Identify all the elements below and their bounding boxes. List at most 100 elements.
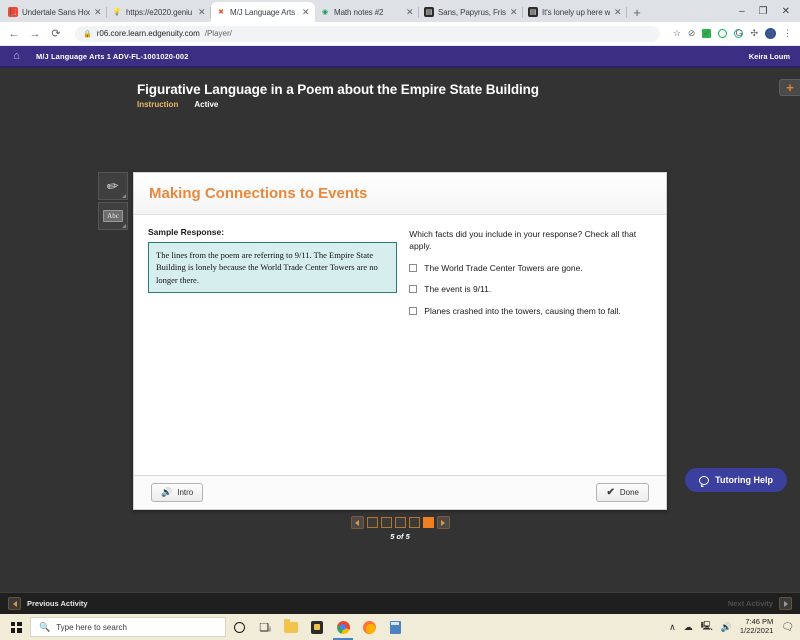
google-classroom-icon: ◉ xyxy=(321,8,329,16)
lock-icon: 🔒 xyxy=(83,30,92,38)
bookmark-star-icon[interactable]: ☆ xyxy=(673,29,681,38)
calculator-icon xyxy=(389,620,401,634)
close-icon[interactable]: ✕ xyxy=(406,7,414,18)
lightbulb-icon: 💡 xyxy=(112,8,122,16)
done-button[interactable]: ✔ Done xyxy=(596,483,649,502)
browser-tab-1[interactable]: 💡 https://e2020.geniu ✕ xyxy=(107,2,211,22)
close-icon[interactable]: ✕ xyxy=(198,7,206,18)
home-icon[interactable]: ⌂ xyxy=(10,50,23,63)
extensions-puzzle-icon[interactable]: ✣ xyxy=(750,29,758,38)
sample-response-text: The lines from the poem are referring to… xyxy=(148,242,398,293)
cortana-button[interactable] xyxy=(226,614,252,640)
chrome-button[interactable] xyxy=(330,614,356,640)
speaker-icon: 🔊 xyxy=(161,487,173,497)
browser-tab-4[interactable]: ▤ Sans, Papyrus, Frisk ✕ xyxy=(419,2,523,22)
green-check-extension-icon[interactable]: ✓ xyxy=(702,29,712,38)
close-icon[interactable]: ✕ xyxy=(614,7,622,18)
choice-item[interactable]: Planes crashed into the towers, causing … xyxy=(409,306,652,317)
extension-q-icon[interactable]: ⊘ xyxy=(688,29,696,38)
add-button[interactable]: + xyxy=(779,79,800,96)
firefox-icon xyxy=(362,620,376,634)
tab-instruction[interactable]: Instruction xyxy=(137,100,178,109)
choice-item[interactable]: The World Trade Center Towers are gone. xyxy=(409,263,652,274)
taskbar-clock[interactable]: 7:46 PM 1/22/2021 xyxy=(740,618,773,635)
tray-chevron-icon[interactable]: ∧ xyxy=(669,622,676,633)
checkbox-icon[interactable] xyxy=(409,263,418,272)
tab-active[interactable]: Active xyxy=(194,100,218,109)
firefox-button[interactable] xyxy=(356,614,382,640)
pencil-tool-button[interactable]: ✏ xyxy=(98,172,128,200)
start-button[interactable] xyxy=(2,614,30,640)
card-header: Making Connections to Events xyxy=(134,173,666,215)
pagination-step-2[interactable] xyxy=(380,517,392,528)
grammarly-extension-icon[interactable]: G xyxy=(734,29,744,38)
notification-center-icon[interactable]: 🗨 xyxy=(781,622,794,633)
browser-tab-5[interactable]: ▤ It's lonely up here w ✕ xyxy=(523,2,627,22)
new-tab-button[interactable]: + xyxy=(627,2,647,22)
pagination-count: 5 of 5 xyxy=(390,532,410,541)
pagination-step-1[interactable] xyxy=(366,517,378,528)
checkbox-icon[interactable] xyxy=(409,306,418,315)
choice-label: Planes crashed into the towers, causing … xyxy=(424,305,621,316)
browser-tab-label: It's lonely up here w xyxy=(542,7,610,17)
opera-extension-icon[interactable] xyxy=(718,29,728,38)
close-icon[interactable]: ✕ xyxy=(302,7,310,18)
file-explorer-icon xyxy=(284,619,298,633)
pagination-next-button[interactable] xyxy=(436,516,450,529)
maximize-button[interactable]: ❐ xyxy=(759,6,768,17)
sample-response-column: Sample Response: The lines from the poem… xyxy=(148,227,398,327)
question-prompt: Which facts did you include in your resp… xyxy=(409,229,637,251)
intro-button-label: Intro xyxy=(177,488,194,497)
close-icon[interactable]: ✕ xyxy=(510,7,518,18)
minimize-button[interactable]: – xyxy=(739,6,745,17)
edgenuity-icon: ✖ xyxy=(218,8,224,16)
pagination-step-3[interactable] xyxy=(394,517,406,528)
tutoring-help-button[interactable]: Tutoring Help xyxy=(685,468,787,492)
back-icon[interactable]: ← xyxy=(8,28,20,40)
microsoft-store-button[interactable] xyxy=(304,614,330,640)
forward-icon[interactable]: → xyxy=(29,28,41,40)
address-bar[interactable]: 🔒 r06.core.learn.edgenuity.com/Player/ xyxy=(75,25,660,42)
lesson-card: Making Connections to Events Sample Resp… xyxy=(133,172,667,510)
previous-activity-button[interactable]: Previous Activity xyxy=(8,597,88,610)
volume-icon[interactable]: 🔊 xyxy=(721,622,732,633)
choice-label: The World Trade Center Towers are gone. xyxy=(424,262,583,273)
next-activity-button[interactable]: Next Activity xyxy=(728,597,792,610)
network-icon[interactable]: 🖳 xyxy=(701,619,713,635)
pagination-step-5[interactable] xyxy=(422,517,434,528)
file-explorer-button[interactable] xyxy=(278,614,304,640)
screen: 📕 Undertale Sans Hoo ✕ 💡 https://e2020.g… xyxy=(0,0,800,640)
glossary-tool-button[interactable]: Abc xyxy=(98,202,128,230)
close-icon[interactable]: ✕ xyxy=(94,7,102,18)
book-icon: 📕 xyxy=(8,7,18,17)
choice-item[interactable]: The event is 9/11. xyxy=(409,284,652,295)
onedrive-icon[interactable]: ☁ xyxy=(684,622,693,633)
document-icon: ▤ xyxy=(528,7,538,17)
reload-icon[interactable]: ⟳ xyxy=(50,27,62,40)
pagination-step-4[interactable] xyxy=(408,517,420,528)
tutoring-help-label: Tutoring Help xyxy=(715,475,773,485)
intro-button[interactable]: 🔊 Intro xyxy=(151,483,204,502)
browser-tab-0[interactable]: 📕 Undertale Sans Hoo ✕ xyxy=(3,2,107,22)
calculator-button[interactable] xyxy=(382,614,408,640)
chat-bubble-icon xyxy=(699,475,710,487)
pagination-prev-button[interactable] xyxy=(350,516,364,529)
pagination-row xyxy=(350,516,450,529)
checkbox-icon[interactable] xyxy=(409,285,418,294)
close-window-button[interactable]: ✕ xyxy=(782,6,790,17)
browser-tab-3[interactable]: ◉ Math notes #2 ✕ xyxy=(315,2,419,22)
profile-avatar-icon[interactable]: ◍ xyxy=(765,28,776,39)
chrome-menu-icon[interactable]: ⋮ xyxy=(783,29,792,38)
lesson-tabs: Instruction Active xyxy=(137,100,800,109)
task-view-button[interactable]: ❑ᵢ xyxy=(252,614,278,640)
pagination: 5 of 5 xyxy=(0,516,800,541)
microsoft-store-icon xyxy=(311,620,323,634)
next-activity-icon xyxy=(779,597,792,610)
window-controls: – ❐ ✕ xyxy=(739,0,800,22)
taskbar-search-input[interactable]: 🔍 Type here to search xyxy=(30,617,226,637)
pencil-icon: ✏ xyxy=(105,176,120,195)
browser-tab-2[interactable]: ✖ M/J Language Arts 1 ✕ xyxy=(211,2,315,22)
task-view-icon: ❑ᵢ xyxy=(259,621,271,634)
browser-tab-label: Undertale Sans Hoo xyxy=(22,7,90,17)
browser-tab-strip: 📕 Undertale Sans Hoo ✕ 💡 https://e2020.g… xyxy=(0,0,800,22)
